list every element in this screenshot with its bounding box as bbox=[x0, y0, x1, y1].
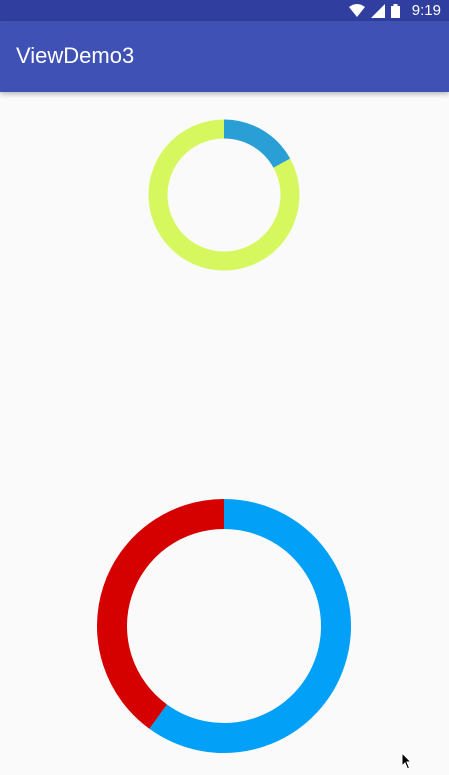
small-donut-chart bbox=[148, 119, 300, 271]
large-donut-segment-2 bbox=[97, 499, 225, 729]
large-donut-segment-1 bbox=[149, 499, 351, 753]
large-donut-chart bbox=[97, 499, 351, 753]
small-donut-segment-1 bbox=[223, 119, 291, 169]
status-bar: 9:19 bbox=[0, 0, 449, 21]
mouse-cursor-icon bbox=[401, 751, 413, 775]
battery-icon bbox=[390, 3, 400, 18]
app-title: ViewDemo3 bbox=[16, 43, 135, 68]
status-icons: 9:19 bbox=[348, 0, 441, 21]
wifi-icon bbox=[348, 3, 365, 18]
content-area bbox=[0, 92, 449, 775]
status-time: 9:19 bbox=[411, 2, 441, 19]
app-bar: ViewDemo3 bbox=[0, 21, 449, 92]
signal-icon bbox=[370, 3, 385, 18]
